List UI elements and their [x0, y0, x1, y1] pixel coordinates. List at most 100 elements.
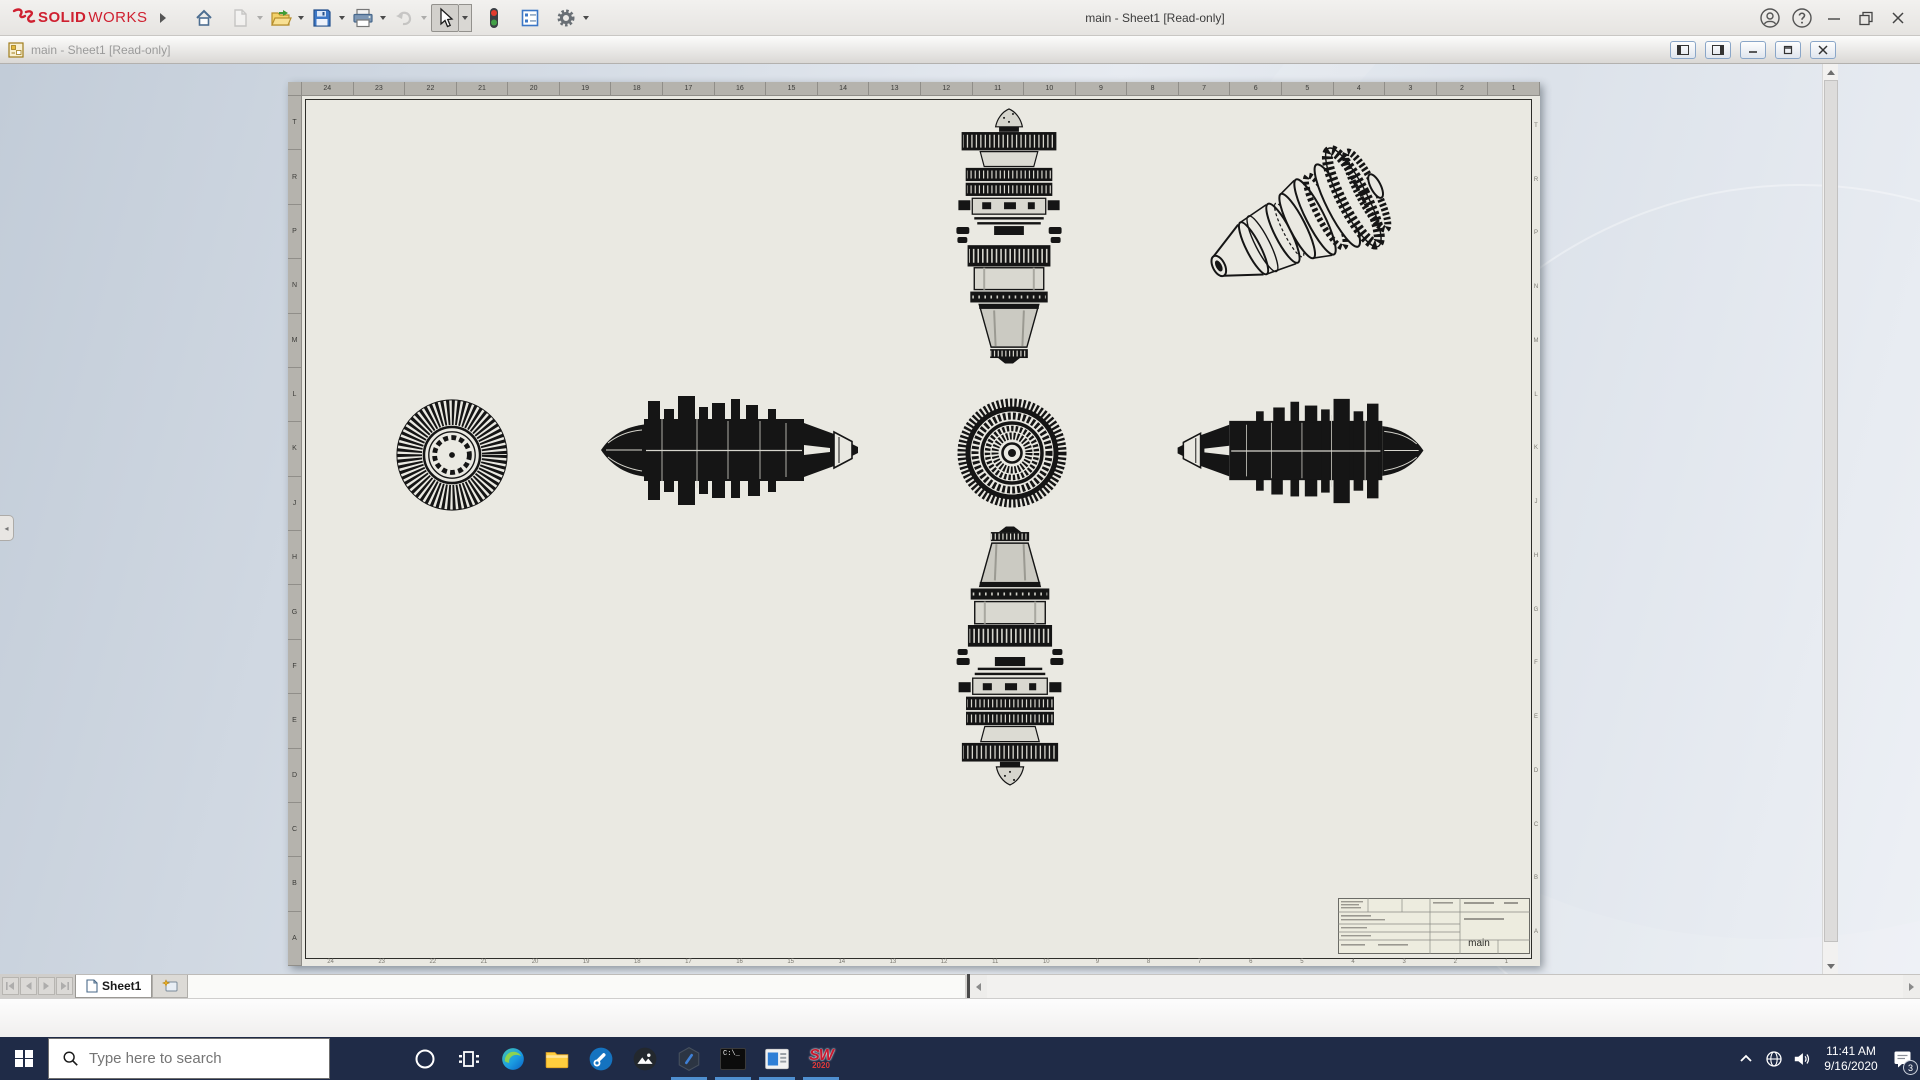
zone-label: 13	[867, 959, 918, 966]
drawing-view-front[interactable]	[394, 397, 510, 513]
horizontal-scrollbar[interactable]	[970, 974, 1920, 998]
graphics-area[interactable]: 242322212019181716151413121110987654321 …	[0, 64, 1920, 974]
windows-logo-icon	[15, 1050, 33, 1068]
sheet-tab-bar: Sheet1	[0, 974, 1920, 998]
command-prompt-button[interactable]: C:\_	[711, 1037, 755, 1080]
zone-label: E	[288, 694, 301, 748]
undo-dropdown[interactable]	[418, 4, 431, 32]
pane-right-icon	[1712, 45, 1724, 55]
network-button[interactable]	[1760, 1037, 1788, 1080]
arrow-up-icon	[1827, 70, 1835, 75]
zone-label: 14	[816, 959, 867, 966]
doc-pane-right-button[interactable]	[1705, 41, 1731, 59]
photos-button[interactable]	[623, 1037, 667, 1080]
open-folder-icon	[270, 8, 292, 28]
zone-label: P	[1532, 207, 1540, 261]
options-button[interactable]	[552, 4, 580, 32]
chevron-up-icon	[1738, 1051, 1754, 1067]
volume-button[interactable]	[1788, 1037, 1816, 1080]
new-document-dropdown[interactable]	[254, 4, 267, 32]
taskbar-search[interactable]	[48, 1038, 330, 1079]
zone-label: L	[1532, 368, 1540, 422]
cortana-button[interactable]	[403, 1037, 447, 1080]
start-button[interactable]	[0, 1037, 48, 1080]
previous-sheet-button[interactable]	[20, 977, 37, 995]
sheet-paper[interactable]: 242322212019181716151413121110987654321 …	[302, 96, 1540, 966]
zone-label: 5	[1276, 959, 1327, 966]
new-document-icon	[230, 8, 250, 28]
drawing-view-left-side[interactable]	[598, 393, 860, 508]
account-icon	[1759, 7, 1781, 29]
options-dropdown[interactable]	[580, 4, 593, 32]
select-tool-dropdown[interactable]	[459, 4, 472, 32]
last-sheet-button[interactable]	[56, 977, 73, 995]
home-button[interactable]	[190, 4, 218, 32]
save-dropdown[interactable]	[336, 4, 349, 32]
print-dropdown[interactable]	[377, 4, 390, 32]
drawing-document-icon	[8, 42, 24, 58]
add-sheet-button[interactable]	[152, 975, 188, 998]
close-button[interactable]	[1882, 0, 1914, 36]
new-document-button[interactable]	[226, 4, 254, 32]
edge-button[interactable]	[491, 1037, 535, 1080]
file-explorer-button[interactable]	[535, 1037, 579, 1080]
account-button[interactable]	[1754, 0, 1786, 36]
zone-label: A	[288, 912, 301, 966]
scroll-up-button[interactable]	[1823, 64, 1839, 80]
drawing-view-right-side[interactable]	[1170, 396, 1432, 506]
zone-label: 23	[354, 82, 406, 95]
doc-minimize-button[interactable]	[1740, 41, 1766, 59]
feature-manager-collapse-handle[interactable]: ◂	[0, 515, 14, 541]
support-tool-button[interactable]	[579, 1037, 623, 1080]
restore-button[interactable]	[1850, 0, 1882, 36]
zone-label: 21	[458, 959, 509, 966]
open-button[interactable]	[267, 4, 295, 32]
home-icon	[194, 8, 214, 28]
zone-label: 19	[561, 959, 612, 966]
zone-label: 7	[1179, 82, 1231, 95]
select-tool-button[interactable]	[431, 4, 459, 32]
hexagon-app-button[interactable]	[667, 1037, 711, 1080]
drawing-view-rear[interactable]	[957, 398, 1067, 508]
zone-label: 21	[457, 82, 509, 95]
doc-close-button[interactable]	[1810, 41, 1836, 59]
design-table-button[interactable]	[516, 4, 544, 32]
add-sheet-icon	[162, 979, 178, 993]
drawing-view-isometric[interactable]	[1192, 126, 1422, 316]
brand-bold: SOLID	[38, 9, 86, 26]
zone-label: 17	[663, 82, 715, 95]
app-window-button[interactable]	[755, 1037, 799, 1080]
zone-label: K	[1532, 422, 1540, 476]
drawing-view-top[interactable]	[953, 106, 1065, 364]
tray-expand-button[interactable]	[1732, 1037, 1760, 1080]
open-dropdown[interactable]	[295, 4, 308, 32]
task-view-button[interactable]	[447, 1037, 491, 1080]
save-button[interactable]	[308, 4, 336, 32]
first-sheet-button[interactable]	[2, 977, 19, 995]
brand-chevron-icon[interactable]	[160, 13, 166, 23]
drawing-view-bottom[interactable]	[954, 526, 1066, 788]
horizontal-scrollbar-track[interactable]	[987, 975, 1903, 998]
print-button[interactable]	[349, 4, 377, 32]
next-sheet-button[interactable]	[38, 977, 55, 995]
vertical-scrollbar[interactable]	[1822, 64, 1838, 974]
taskbar-clock[interactable]: 11:41 AM 9/16/2020	[1816, 1037, 1886, 1080]
solidworks-2020-button[interactable]: SW 2020	[799, 1037, 843, 1080]
zone-label: 3	[1379, 959, 1430, 966]
doc-restore-button[interactable]	[1775, 41, 1801, 59]
search-input[interactable]	[89, 1050, 289, 1067]
minimize-button[interactable]	[1818, 0, 1850, 36]
interference-check-button[interactable]	[480, 4, 508, 32]
tab-sheet1[interactable]: Sheet1	[75, 975, 152, 998]
doc-pane-left-button[interactable]	[1670, 41, 1696, 59]
help-button[interactable]	[1786, 0, 1818, 36]
zone-label: 9	[1072, 959, 1123, 966]
undo-button[interactable]	[390, 4, 418, 32]
zone-label: 22	[407, 959, 458, 966]
action-center-button[interactable]: 3	[1886, 1037, 1920, 1080]
scroll-left-button[interactable]	[970, 975, 987, 998]
zone-label: R	[288, 150, 301, 204]
scroll-down-button[interactable]	[1823, 958, 1839, 974]
scroll-right-button[interactable]	[1903, 975, 1920, 998]
vertical-scrollbar-thumb[interactable]	[1824, 80, 1838, 942]
